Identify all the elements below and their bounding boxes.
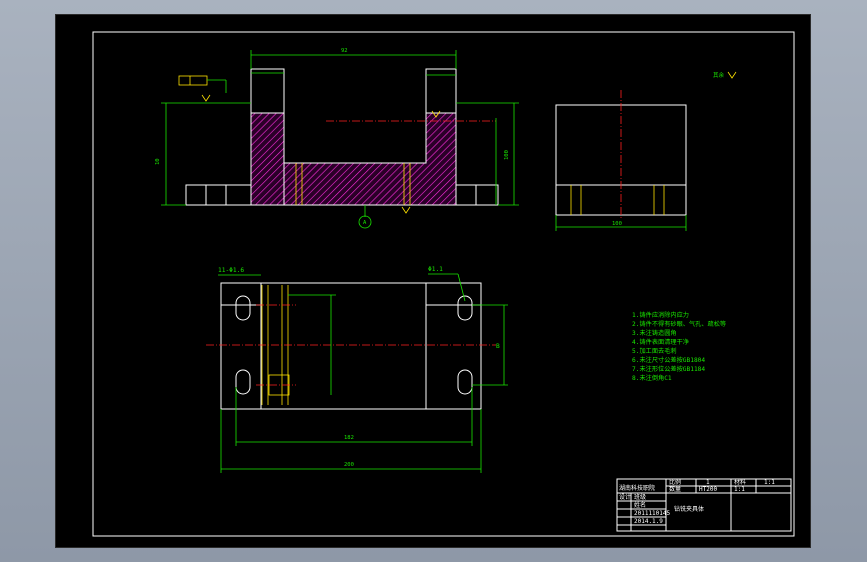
tb-design: 设计 <box>619 493 631 501</box>
drawing-canvas: 92 10 100 A 100 其余 182 200 11-Φ1.6 Φ1.1 … <box>92 31 795 537</box>
tolerance-frame <box>178 75 208 86</box>
hole-note: Φ1.1 <box>428 266 443 273</box>
title-block: 湖南科技职院 比例 1 材料 1:1 数量 HT200 1:1 设计 班级 姓名… <box>616 478 792 532</box>
plan-note: 11-Φ1.6 <box>218 267 244 274</box>
slot-bottom-right <box>457 369 473 395</box>
front-left-column <box>250 68 285 114</box>
side-view: 100 其余 <box>555 71 737 231</box>
tb-date: 2014.1.9 <box>634 518 663 525</box>
tb-qty: 1 <box>706 479 710 486</box>
note-5: 5.加工面去毛刺 <box>632 347 677 355</box>
note-8: 8.未注倒角C1 <box>632 374 672 382</box>
dim-top-label: 92 <box>341 48 348 54</box>
front-section-hatch <box>250 112 457 206</box>
tb-material: HT200 <box>699 486 717 493</box>
dim-side-label: 100 <box>612 221 622 227</box>
note-7: 7.未注形位公差按GB1184 <box>632 365 705 373</box>
front-view: 92 10 100 A <box>155 48 519 229</box>
slot-bottom-left <box>235 369 251 395</box>
tb-name: 姓名 <box>634 501 646 509</box>
sheet-border <box>92 31 795 537</box>
datum-b: B <box>496 343 500 350</box>
note-3: 3.未注铸造圆角 <box>632 329 677 337</box>
dim-plan-inner-label: 182 <box>344 435 354 441</box>
roughness-note-mark <box>727 71 737 79</box>
tb-scale-label: 比例 <box>669 478 681 486</box>
tb-scale: 1:1 <box>734 486 745 493</box>
roughness-note: 其余 <box>713 71 725 79</box>
note-6: 6.未注尺寸公差按GB1804 <box>632 356 705 364</box>
note-4: 4.铸件表面清理干净 <box>632 338 689 346</box>
plan-inner <box>260 282 427 410</box>
technical-notes: 1.铸件应消除内应力 2.铸件不得有砂眼、气孔、疏松等 3.未注铸造圆角 4.铸… <box>632 311 726 382</box>
cad-viewport[interactable]: 92 10 100 A 100 其余 182 200 11-Φ1.6 Φ1.1 … <box>55 14 811 548</box>
tb-id: 2011110145 <box>634 510 671 517</box>
note-1: 1.铸件应消除内应力 <box>632 311 689 319</box>
slot-top-left <box>235 295 251 321</box>
tb-drawing-no: 材料 <box>734 478 746 486</box>
tb-company: 湖南科技职院 <box>619 484 655 492</box>
plan-view: 182 200 11-Φ1.6 Φ1.1 B <box>206 266 508 473</box>
dim-right-label: 100 <box>504 150 510 160</box>
roughness-mark-1 <box>201 94 211 102</box>
tb-sheet: 1:1 <box>764 479 775 486</box>
dim-left-label: 10 <box>155 158 161 165</box>
tb-part-name: 钻铣夹具体 <box>674 505 704 513</box>
dim-plan-outer-label: 200 <box>344 462 354 468</box>
plan-outline <box>220 282 482 410</box>
section-mark-label: A <box>363 220 367 226</box>
note-2: 2.铸件不得有砂眼、气孔、疏松等 <box>632 320 726 328</box>
tb-qty-label: 数量 <box>669 485 681 493</box>
tb-class: 班级 <box>634 493 646 501</box>
roughness-mark-3 <box>401 206 411 214</box>
front-right-column <box>425 68 457 114</box>
